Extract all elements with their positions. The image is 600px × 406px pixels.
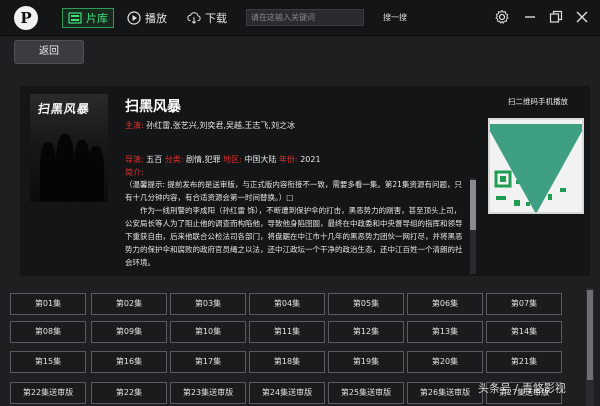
episode-button[interactable]: 第22集送审版: [10, 382, 86, 404]
intro-label: 简介:: [125, 168, 144, 177]
library-icon: [68, 12, 82, 24]
description-body: 作为一线刑警的李成阳（孙红雷 饰），不断遭到保护伞的打击，黑恶势力的刚害，甚至顶…: [125, 206, 463, 267]
episode-scrollbar[interactable]: [586, 288, 594, 406]
episode-button[interactable]: 第26集送审版: [407, 382, 483, 404]
play-icon: [127, 11, 141, 25]
episode-button[interactable]: 第02集: [91, 293, 167, 315]
episode-button[interactable]: 第09集: [91, 321, 167, 343]
director-value: 五百: [146, 155, 163, 164]
tab-play[interactable]: 播放: [127, 8, 167, 28]
episode-button[interactable]: 第14集: [486, 321, 562, 343]
episode-button[interactable]: 第25集送审版: [328, 382, 404, 404]
episode-button[interactable]: 第24集送审版: [249, 382, 325, 404]
episode-button[interactable]: 第04集: [249, 293, 325, 315]
director-label: 导演:: [125, 155, 144, 164]
movie-description: （温馨提示: 提前发布的是送审版，与正式版内容衔接不一致，需要多看一集。第21集…: [125, 178, 465, 274]
episode-scrollbar-thumb[interactable]: [587, 290, 593, 380]
poster-figure: [40, 142, 56, 202]
episode-button[interactable]: 第13集: [407, 321, 483, 343]
episode-button[interactable]: 第23集送审版: [170, 382, 246, 404]
poster-figure: [88, 146, 104, 202]
search-button[interactable]: 搜一搜: [383, 9, 407, 26]
qr-code-image: [490, 120, 582, 212]
tab-library-label: 片库: [86, 12, 108, 25]
episode-button[interactable]: 第17集: [170, 351, 246, 373]
restore-icon[interactable]: [548, 9, 564, 25]
cast-label: 主演:: [125, 121, 144, 130]
episode-button[interactable]: 第15集: [10, 351, 86, 373]
episode-button[interactable]: 第01集: [10, 293, 86, 315]
close-icon[interactable]: [574, 9, 590, 25]
title-bar: P 片库 播放 下载 请在这输入关键词 搜一搜: [0, 0, 600, 36]
episode-button[interactable]: 第21集: [486, 351, 562, 373]
episode-button[interactable]: 第16集: [91, 351, 167, 373]
description-scrollbar-thumb[interactable]: [470, 180, 476, 230]
episode-button[interactable]: 第06集: [407, 293, 483, 315]
year-value: 2021: [300, 155, 321, 164]
movie-poster[interactable]: 扫黑风暴: [30, 94, 108, 202]
tab-download[interactable]: 下载: [187, 8, 227, 28]
watermark: 头条号 / 青悠影视: [478, 382, 566, 395]
region-label: 地区:: [223, 155, 242, 164]
description-notice: （温馨提示: 提前发布的是送审版，与正式版内容衔接不一致，需要多看一集。第21集…: [125, 180, 462, 202]
tab-download-label: 下载: [205, 12, 227, 25]
qr-code: [488, 118, 584, 214]
back-button[interactable]: 返回: [14, 40, 84, 64]
episode-button[interactable]: 第22集: [91, 382, 167, 404]
episode-button[interactable]: 第12集: [328, 321, 404, 343]
episode-button[interactable]: 第03集: [170, 293, 246, 315]
episode-button[interactable]: 第19集: [328, 351, 404, 373]
intro-label-row: 简介:: [125, 167, 144, 178]
search-input[interactable]: 请在这输入关键词: [246, 9, 364, 26]
episode-button[interactable]: 第08集: [10, 321, 86, 343]
cast-row: 主演: 孙红雷,张艺兴,刘奕君,吴越,王志飞,刘之冰: [125, 120, 295, 131]
app-logo: P: [14, 6, 38, 30]
episode-button[interactable]: 第20集: [407, 351, 483, 373]
episode-button[interactable]: 第18集: [249, 351, 325, 373]
episode-button[interactable]: 第05集: [328, 293, 404, 315]
tab-library[interactable]: 片库: [62, 8, 114, 28]
cast-value: 孙红雷,张艺兴,刘奕君,吴越,王志飞,刘之冰: [146, 121, 295, 130]
download-icon: [187, 12, 201, 24]
poster-title: 扫黑风暴: [36, 102, 91, 116]
episode-button[interactable]: 第07集: [486, 293, 562, 315]
episode-button[interactable]: 第10集: [170, 321, 246, 343]
qr-label: 扫二维码手机播放: [508, 97, 568, 106]
movie-detail-panel: 扫黑风暴 扫黑风暴 主演: 孙红雷,张艺兴,刘奕君,吴越,王志飞,刘之冰 导演:…: [20, 86, 590, 276]
tab-play-label: 播放: [145, 12, 167, 25]
poster-figure: [56, 134, 74, 202]
movie-title: 扫黑风暴: [125, 99, 181, 115]
genre-label: 分类:: [164, 155, 184, 164]
info-row: 导演: 五百 分类: 剧情,犯罪 地区: 中国大陆 年份: 2021: [125, 154, 321, 165]
minimize-icon[interactable]: [522, 9, 538, 25]
genre-value: 剧情,犯罪: [186, 155, 221, 164]
episode-button[interactable]: 第11集: [249, 321, 325, 343]
description-scrollbar[interactable]: [470, 178, 476, 274]
year-label: 年份:: [278, 155, 298, 164]
region-value: 中国大陆: [244, 155, 277, 164]
gear-icon[interactable]: [494, 9, 510, 25]
